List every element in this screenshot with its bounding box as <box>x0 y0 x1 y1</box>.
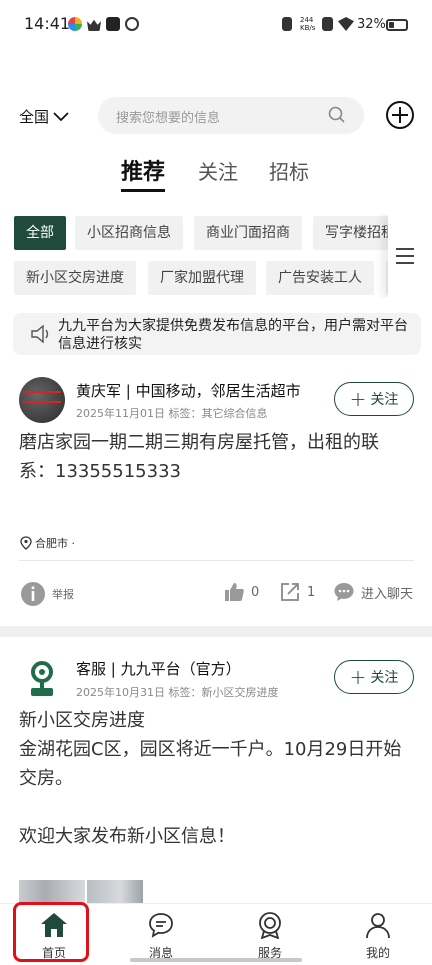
status-time: 14:41 <box>24 14 71 33</box>
feed-tabs: 推荐 关注 招标 <box>0 152 432 192</box>
vibrate-icon <box>282 17 292 31</box>
like-count: 0 <box>251 584 260 600</box>
post-meta: 2025年10月31日 标签：新小区交房进度 <box>76 686 279 699</box>
chip-community-invest[interactable]: 小区招商信息 <box>75 216 183 250</box>
message-icon <box>149 913 173 938</box>
like-button[interactable]: 0 <box>223 581 259 603</box>
share-icon <box>281 583 299 601</box>
post-location: 合肥市 · <box>20 535 75 551</box>
plus-icon: + <box>349 665 367 689</box>
post-actions: 举报 0 1 进入聊天 <box>0 581 432 611</box>
location-pin-icon <box>20 536 32 550</box>
gesture-bar[interactable] <box>130 958 302 962</box>
play-store-icon <box>106 17 120 31</box>
top-header: 全国 搜索您想要的信息 <box>0 95 432 137</box>
battery-percent: 32% <box>357 17 386 32</box>
service-badge-icon <box>259 912 281 939</box>
nav-mine[interactable]: 我的 <box>338 904 418 965</box>
post-body[interactable]: 磨店家园一期二期三期有房屋托管，出租的联系：13355515333 <box>19 428 414 486</box>
search-placeholder: 搜索您想要的信息 <box>116 111 221 126</box>
region-label: 全国 <box>19 108 50 126</box>
report-button[interactable]: 举报 <box>20 581 74 607</box>
notice-text: 九九平台为大家提供免费发布信息的平台，用户需对平台信息进行核实 <box>58 318 408 352</box>
region-selector[interactable]: 全国 <box>19 106 69 127</box>
chip-ad-installer[interactable]: 广告安装工人 <box>266 261 374 295</box>
add-post-button[interactable] <box>386 101 414 129</box>
chevron-down-icon <box>53 111 69 121</box>
post-divider <box>19 560 414 561</box>
report-label: 举报 <box>52 588 74 601</box>
home-highlight-box <box>13 902 89 962</box>
notice-banner: 九九平台为大家提供免费发布信息的平台，用户需对平台信息进行核实 <box>13 313 421 355</box>
location-label: 合肥市 · <box>35 537 75 550</box>
platform-logo-icon <box>31 661 53 696</box>
battery-icon <box>386 19 408 31</box>
follow-button[interactable]: + 关注 <box>334 382 414 416</box>
user-icon <box>366 913 390 939</box>
post-image[interactable] <box>19 880 85 904</box>
post-author[interactable]: 客服 | 九九平台（官方） <box>76 658 241 679</box>
search-box[interactable]: 搜索您想要的信息 <box>98 97 364 134</box>
chip-handover-progress[interactable]: 新小区交房进度 <box>14 261 136 295</box>
follow-button[interactable]: + 关注 <box>334 660 414 694</box>
tab-bidding[interactable]: 招标 <box>269 156 309 185</box>
menu-icon[interactable] <box>396 248 414 264</box>
plus-icon: + <box>349 387 367 411</box>
post-image-thumbnails[interactable] <box>19 880 143 904</box>
post-separator <box>0 626 432 637</box>
info-icon <box>21 582 45 606</box>
app-notification-icon <box>68 17 82 31</box>
thumbs-up-icon <box>225 583 244 601</box>
category-chips: 全部 小区招商信息 商业门面招商 写字楼招租 新小区交房进度 厂家加盟代理 广告… <box>0 214 432 298</box>
nav-messages[interactable]: 消息 <box>121 904 201 965</box>
follow-label: 关注 <box>370 392 399 408</box>
post-meta: 2025年11月01日 标签：其它综合信息 <box>76 407 268 420</box>
post-author[interactable]: 黄庆军 | 中国移动，邻居生活超市 <box>76 380 301 401</box>
speaker-icon <box>31 324 49 344</box>
status-bar: 14:41 244 KB/s 32% <box>0 0 432 50</box>
chips-menu-panel <box>388 214 432 298</box>
tab-recommend[interactable]: 推荐 <box>121 154 166 192</box>
tab-follow[interactable]: 关注 <box>198 156 238 185</box>
wifi-icon <box>338 17 354 31</box>
post-body[interactable]: 新小区交房进度 金湖花园C区，园区将近一千户。10月29日开始交房。 欢迎大家发… <box>19 706 414 851</box>
sim-icon <box>322 17 333 31</box>
share-button[interactable]: 1 <box>279 581 315 603</box>
post-image[interactable] <box>87 880 143 904</box>
chip-all[interactable]: 全部 <box>14 216 66 250</box>
chat-button[interactable]: 进入聊天 <box>333 581 413 603</box>
nav-service[interactable]: 服务 <box>230 904 310 965</box>
chat-label: 进入聊天 <box>361 586 414 602</box>
chip-shop-invest[interactable]: 商业门面招商 <box>194 216 302 250</box>
chat-bubble-icon <box>334 583 354 601</box>
avatar[interactable] <box>19 656 65 702</box>
share-count: 1 <box>307 584 316 600</box>
chip-franchise[interactable]: 厂家加盟代理 <box>148 261 256 295</box>
crown-icon <box>87 19 101 31</box>
follow-label: 关注 <box>370 670 399 686</box>
avatar[interactable] <box>19 377 65 423</box>
nav-mine-label: 我的 <box>365 946 390 960</box>
sync-icon <box>125 17 139 31</box>
search-icon[interactable] <box>328 106 346 124</box>
net-speed: 244 KB/s <box>300 16 316 32</box>
